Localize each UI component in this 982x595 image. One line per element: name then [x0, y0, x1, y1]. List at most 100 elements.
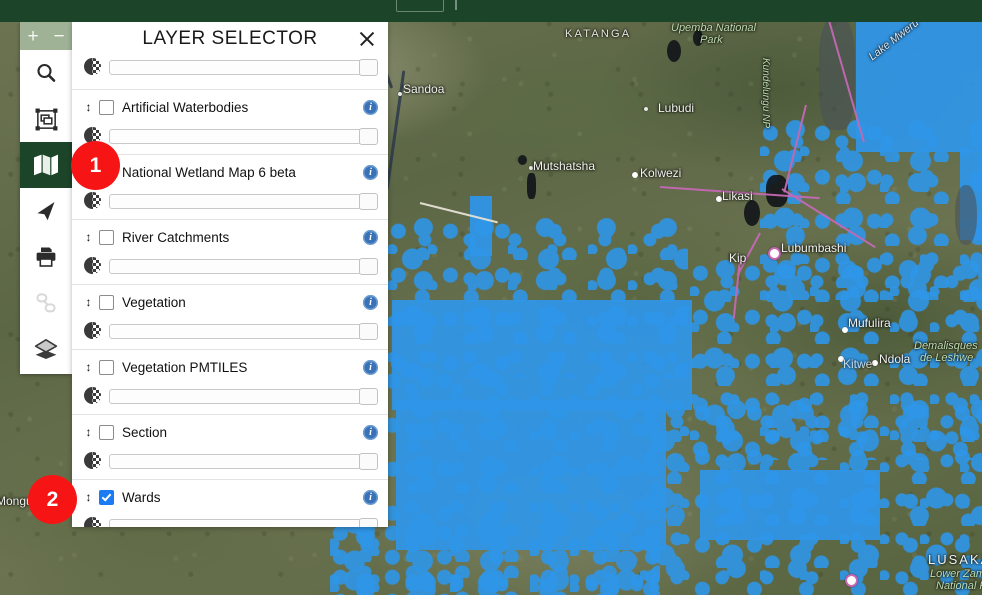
- lake-shape: [955, 185, 977, 245]
- slider-track: [109, 518, 378, 527]
- slider-thumb[interactable]: [359, 452, 378, 470]
- opacity-slider[interactable]: [109, 452, 378, 470]
- slider-track: [109, 323, 378, 339]
- drag-handle-icon[interactable]: ↕: [84, 491, 93, 503]
- drag-handle-icon[interactable]: ↕: [84, 426, 93, 438]
- opacity-slider[interactable]: [109, 387, 378, 405]
- info-icon[interactable]: i: [363, 164, 378, 180]
- map-label-mutshatsha: Mutshatsha: [533, 159, 596, 173]
- list-item[interactable]: ↕ Wards i: [72, 480, 388, 527]
- printer-icon: [34, 245, 58, 269]
- layer-checkbox[interactable]: [99, 359, 114, 375]
- city-marker: [644, 107, 648, 111]
- opacity-icon[interactable]: [84, 256, 101, 274]
- map-label-lubumbashi: Lubumbashi: [781, 241, 847, 255]
- layer-checkbox[interactable]: [99, 424, 114, 440]
- drag-handle-icon[interactable]: ↕: [84, 296, 93, 308]
- city-marker: [632, 172, 638, 178]
- select-area-icon: [34, 107, 59, 132]
- slider-thumb[interactable]: [359, 322, 378, 340]
- map-label-mufulira: Mufulira: [848, 316, 891, 330]
- map-label-upemba-np-1: Upemba National: [671, 22, 756, 34]
- map-label-kolwezi: Kolwezi: [640, 166, 682, 180]
- opacity-slider[interactable]: [109, 127, 378, 145]
- info-icon[interactable]: i: [363, 99, 378, 115]
- opacity-icon[interactable]: [84, 516, 101, 527]
- select-area-tool-button[interactable]: [20, 96, 72, 142]
- map-label-ndola: Ndola: [879, 352, 911, 366]
- opacity-slider[interactable]: [109, 322, 378, 340]
- topbar-divider: [455, 0, 457, 10]
- slider-track: [109, 59, 378, 75]
- search-icon: [34, 61, 58, 85]
- info-icon[interactable]: i: [363, 294, 378, 310]
- zoom-out-button[interactable]: −: [48, 27, 70, 46]
- map-label-kitwe: Kitwe: [843, 357, 873, 371]
- layer-checkbox[interactable]: [99, 294, 114, 310]
- opacity-icon[interactable]: [84, 386, 101, 404]
- search-tool-button[interactable]: [20, 50, 72, 96]
- lake-shape: [819, 18, 855, 130]
- info-icon[interactable]: i: [363, 489, 378, 505]
- info-icon[interactable]: i: [363, 359, 378, 375]
- drag-handle-icon[interactable]: ↕: [84, 101, 93, 113]
- map-label-lusaka: LUSAKA: [928, 552, 982, 567]
- list-item[interactable]: [72, 55, 388, 90]
- close-icon[interactable]: [358, 30, 376, 48]
- opacity-slider[interactable]: [109, 257, 378, 275]
- opacity-icon[interactable]: [84, 451, 101, 469]
- zoom-in-button[interactable]: +: [22, 27, 44, 46]
- topbar-cropped-control[interactable]: [396, 0, 444, 12]
- lake-shape: [527, 173, 536, 199]
- opacity-icon[interactable]: [84, 57, 101, 75]
- map-label-likasi: Likasi: [722, 189, 753, 203]
- list-item[interactable]: ↕ Vegetation PMTILES i: [72, 350, 388, 415]
- map-label-kundelungu-np: Kundelungu NP: [760, 58, 771, 129]
- layer-checkbox[interactable]: [99, 99, 114, 115]
- layer-list[interactable]: ↕ Artificial Waterbodies i ↕ National We…: [72, 55, 388, 527]
- layer-name: River Catchments: [122, 229, 230, 245]
- drag-handle-icon[interactable]: ↕: [84, 231, 93, 243]
- info-icon[interactable]: i: [363, 229, 378, 245]
- layer-selector-header: LAYER SELECTOR: [72, 22, 388, 55]
- list-item[interactable]: ↕ Vegetation i: [72, 285, 388, 350]
- opacity-icon[interactable]: [84, 191, 101, 209]
- navigation-arrow-icon: [34, 199, 58, 223]
- layer-name: Section: [122, 424, 168, 440]
- step-marker-1: 1: [71, 141, 120, 190]
- locate-tool-button[interactable]: [20, 188, 72, 234]
- slider-thumb[interactable]: [359, 192, 378, 210]
- opacity-slider[interactable]: [109, 192, 378, 210]
- lake-shape: [518, 155, 527, 165]
- layer-selector-panel: LAYER SELECTOR ↕ Artificial Waterbodies …: [72, 22, 388, 527]
- layers-stack-icon: [33, 337, 59, 361]
- drag-handle-icon[interactable]: ↕: [84, 361, 93, 373]
- print-tool-button[interactable]: [20, 234, 72, 280]
- slider-thumb[interactable]: [359, 127, 378, 145]
- list-item[interactable]: ↕ River Catchments i: [72, 220, 388, 285]
- map-label-lubudi: Lubudi: [658, 101, 695, 115]
- slider-thumb[interactable]: [359, 387, 378, 405]
- slider-thumb[interactable]: [359, 58, 378, 76]
- layer-checkbox[interactable]: [99, 489, 114, 505]
- opacity-icon[interactable]: [84, 321, 101, 339]
- list-item[interactable]: ↕ Section i: [72, 415, 388, 480]
- slider-thumb[interactable]: [359, 517, 378, 527]
- sidebar-item-map-layers[interactable]: [20, 142, 72, 188]
- slider-thumb[interactable]: [359, 257, 378, 275]
- share-link-tool-button[interactable]: [20, 280, 72, 326]
- layer-checkbox[interactable]: [99, 229, 114, 245]
- step-marker-2: 2: [28, 475, 77, 524]
- list-item[interactable]: ↕ Artificial Waterbodies i: [72, 90, 388, 155]
- opacity-slider[interactable]: [109, 58, 378, 76]
- info-icon[interactable]: i: [363, 424, 378, 440]
- city-marker: [768, 247, 781, 260]
- water-blob: [700, 470, 880, 540]
- opacity-slider[interactable]: [109, 517, 378, 527]
- map-icon: [33, 153, 59, 177]
- map-label-kip: Kip: [729, 251, 747, 265]
- city-marker: [872, 360, 878, 366]
- map-label-lower-zambezi-2: National Park: [936, 580, 982, 592]
- basemap-tool-button[interactable]: [20, 326, 72, 372]
- city-marker: [398, 92, 402, 96]
